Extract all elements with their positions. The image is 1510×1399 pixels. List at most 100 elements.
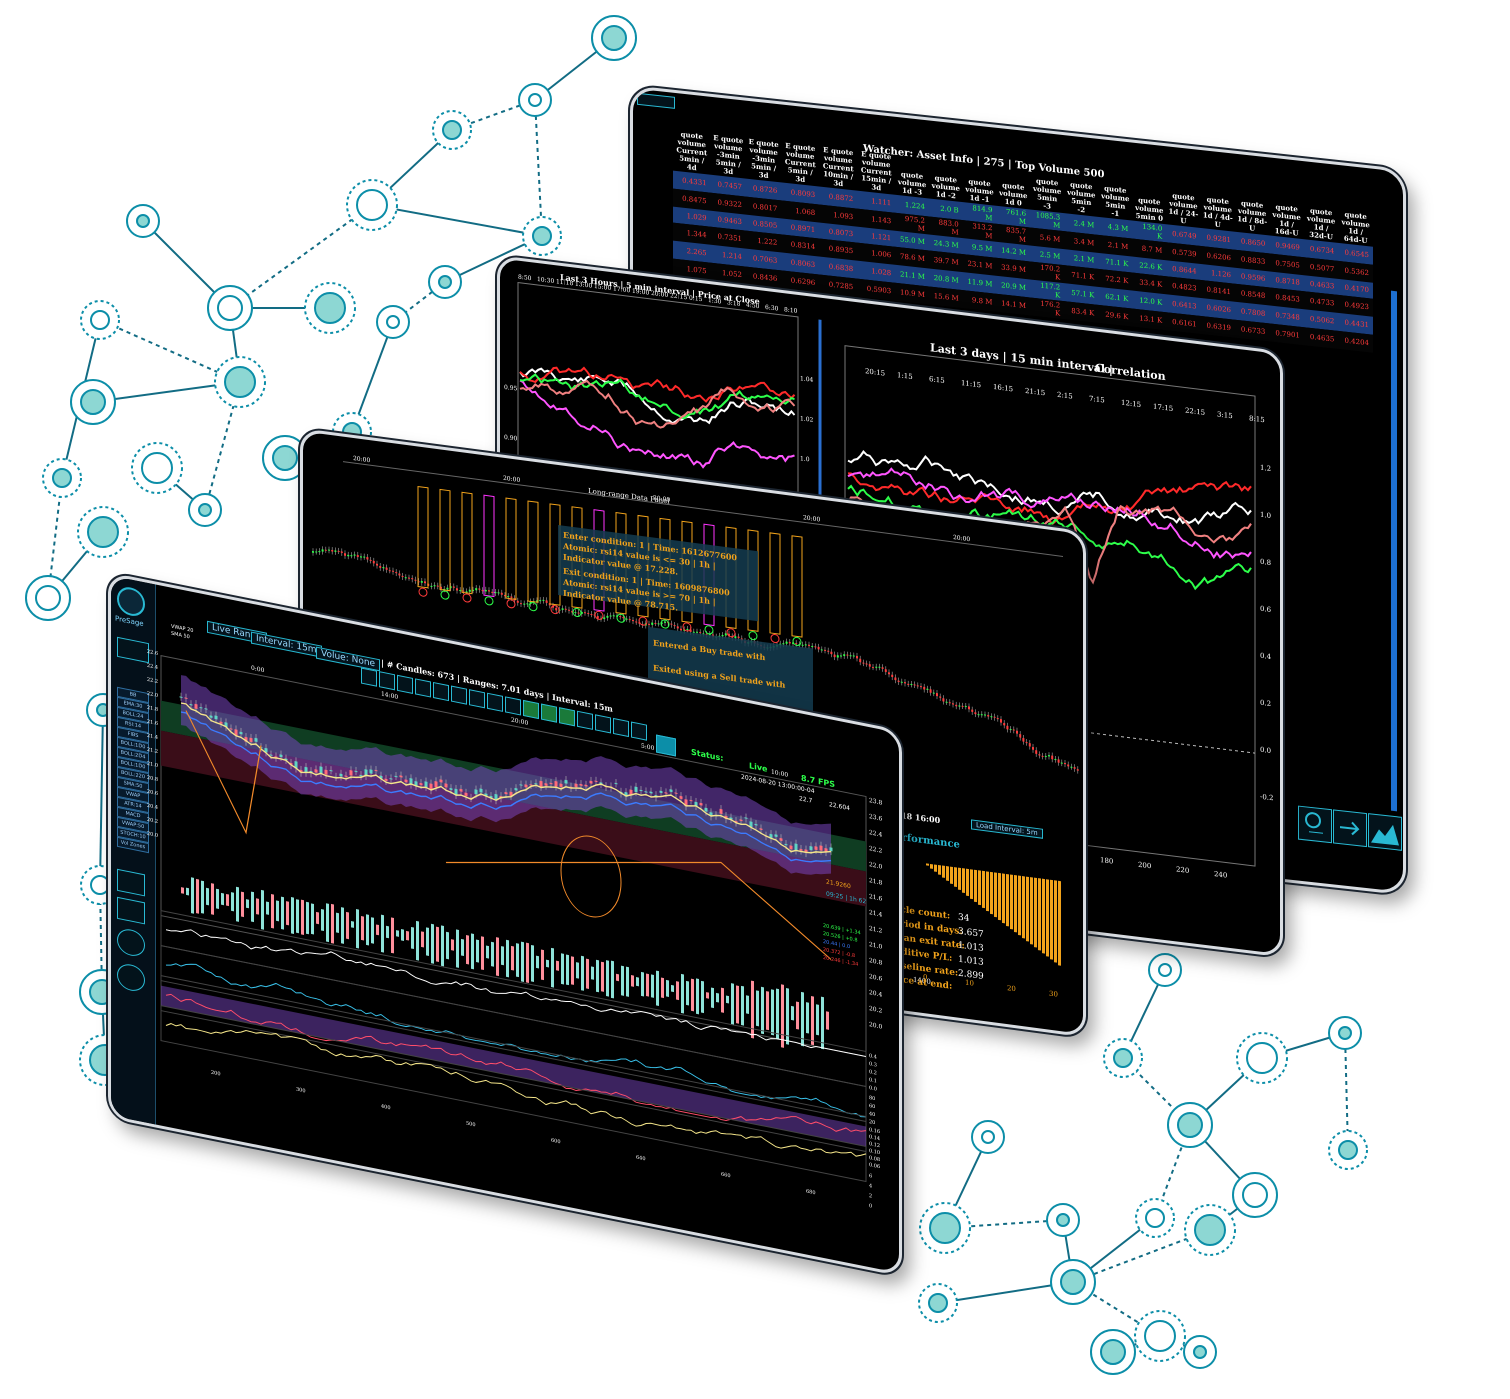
network-link [99,709,104,886]
chart-icon[interactable] [1298,805,1332,844]
main-ytick-left: 21.0 [147,761,158,769]
table-header[interactable]: quote volume 1d -3 [895,153,929,199]
perf-bar [1018,875,1021,936]
long-candle [916,685,919,687]
signal-marker [791,535,803,638]
volume-bar [646,973,649,997]
long-candle [510,596,513,598]
long-candle [404,577,407,579]
table-scrollbar[interactable] [1391,290,1397,812]
signal-circle [770,633,780,644]
perf-bar [994,872,997,918]
toolbar-icons[interactable] [637,92,675,109]
table-header[interactable]: quote volume 1d -1 [963,160,997,206]
volume-bar [361,916,364,941]
corr-right-ytick: 1.0 [1260,510,1271,520]
perf-bar [938,864,941,875]
volume-bar [241,891,244,918]
table-header[interactable]: quote volume 1d -2 [929,156,963,202]
long-candle [980,714,983,716]
candle [789,845,793,850]
corr-right-ytick: 1.2 [1260,463,1271,473]
table-header[interactable]: E quote volume Current 15min / 3d [857,149,895,195]
volume-bar [371,917,374,944]
volume-bar [481,936,484,971]
volume-bar [611,960,614,999]
table-header[interactable]: quote volume 1d / 32d-U [1304,197,1339,243]
network-node [1103,1038,1143,1078]
main-bottom-tick: 680 [806,1189,816,1197]
volume-bar [716,992,719,1003]
volume-bar [756,990,759,1027]
table-header[interactable]: quote volume 1d 0 [996,164,1030,210]
table-header[interactable]: E quote volume -3min 5min / 3d [711,133,746,179]
long-candle [801,644,804,646]
long-candle [891,674,894,678]
long-candle [929,689,932,693]
corr-left-ytick: 1.04 [800,375,814,384]
perf-bar [1038,878,1041,951]
table-header[interactable]: quote volume 1d / 64d-U [1338,201,1373,247]
arrow-icon[interactable] [1333,809,1367,848]
table-cell: 15.6 M [928,286,963,309]
area-icon[interactable] [1368,813,1402,851]
long-candle [1048,755,1050,757]
long-candle [363,556,366,558]
table-cell: 0.5903 [857,278,896,301]
volume-bar [601,961,604,992]
table-header[interactable]: quote volume 1d / 4d-U [1201,186,1235,232]
corr-right-xtick: 11:15 [961,378,981,389]
table-header[interactable]: E quote volume Current 5min / 3d [781,140,819,186]
volume-bar [306,901,309,935]
volume-bar [711,987,714,1009]
long-candle [344,553,346,556]
volume-bar [271,894,274,929]
main-ytick-left: 20.6 [147,789,158,797]
main-ytick-right: 23.8 [869,797,882,807]
volume-bar [766,991,769,1031]
network-node [971,1120,1005,1154]
volume-bar [296,899,299,934]
volume-bar [506,939,509,978]
table-header[interactable]: quote volume 1d / 24-U [1166,182,1200,228]
volume-bar [476,939,479,963]
long-candle [372,560,375,564]
candle [194,703,198,710]
volume-bar [521,941,524,982]
main-bottom-tick: 600 [551,1138,561,1146]
candle [814,846,818,851]
long-candle [433,585,436,587]
long-candle [459,590,462,592]
main-bottom-tick: 660 [721,1172,731,1180]
table-header[interactable]: quote volume 5min 0 [1132,179,1166,225]
volume-bar [441,925,444,967]
signal-circle [462,593,472,603]
table-header[interactable]: E quote volume Current 10min / 3d [819,145,857,191]
table-header[interactable]: quote volume 5min -3 [1030,167,1064,213]
table-header[interactable]: quote volume 1d / 16d-U [1269,193,1304,239]
corr-bottom-tick: 180 [1100,855,1113,866]
table-header[interactable]: E quote volume -3min 5min / 3d [746,137,781,183]
table-cell: 0.7285 [819,274,858,297]
table-header[interactable]: quote volume 1d / 8d-U [1235,190,1269,236]
main-ytick-right: 21.8 [869,877,882,887]
sub-tick-a: 0.1 [869,1077,877,1085]
volume-bar [446,931,449,960]
corr-left-axis-tick: 0.90 [504,434,518,443]
volume-bar [286,901,289,926]
network-node [1046,1203,1080,1237]
long-candle [1019,733,1022,738]
long-candle [478,588,481,590]
perf-bar-tick: 0 [923,972,927,982]
long-candle [654,622,657,625]
long-candle [817,646,820,650]
table-header[interactable]: quote volume Current 5min / 4d [673,129,711,175]
table-header[interactable]: quote volume 5min -2 [1064,171,1098,217]
long-candle [545,600,548,603]
network-node [126,204,160,238]
long-candle [353,554,356,556]
long-candle [840,655,842,657]
corr-right-ytick: 0.2 [1260,698,1271,708]
table-header[interactable]: quote volume 5min -1 [1098,175,1132,221]
long-candle [926,688,929,691]
